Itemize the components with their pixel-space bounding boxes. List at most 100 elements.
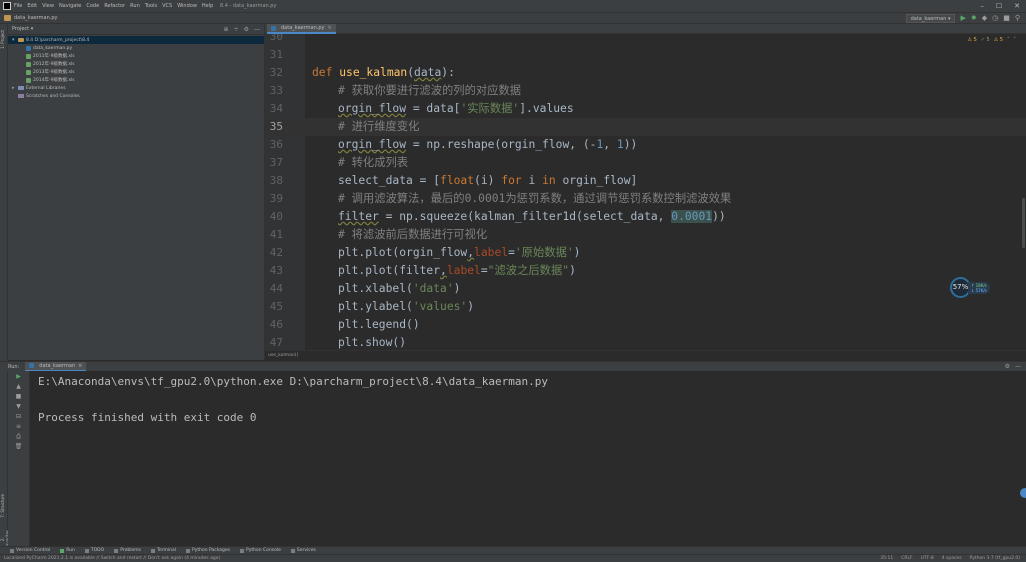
project-tree-item[interactable]: 2011年-9级数据.xls bbox=[8, 52, 264, 60]
tool-tab-services[interactable]: Services bbox=[290, 548, 316, 553]
caret-position[interactable]: 35:11 bbox=[880, 555, 893, 562]
stop-icon[interactable]: ■ bbox=[16, 393, 22, 400]
menu-window[interactable]: Window bbox=[177, 0, 197, 12]
rerun-icon[interactable]: ▶ bbox=[16, 373, 21, 380]
menu-view[interactable]: View bbox=[42, 0, 54, 12]
floating-assistant-icon[interactable] bbox=[1020, 488, 1026, 498]
tool-tab-run[interactable]: Run bbox=[60, 548, 75, 553]
project-tree-item[interactable]: data_kaerman.py bbox=[8, 44, 264, 52]
editor-breadcrumb[interactable]: use_kalman() bbox=[265, 350, 1026, 360]
code-line: 40 filter = np.squeeze(kalman_filter1d(s… bbox=[265, 208, 1026, 226]
editor-scrollbar[interactable] bbox=[1020, 34, 1026, 350]
run-console-output[interactable]: E:\Anaconda\envs\tf_gpu2.0\python.exe D:… bbox=[30, 371, 1026, 546]
stop-icon[interactable]: ■ bbox=[1003, 14, 1010, 23]
search-icon[interactable]: ⚲ bbox=[1015, 14, 1020, 23]
project-tree-item[interactable]: Scratches and Consoles bbox=[8, 92, 264, 100]
code-text: plt.legend() bbox=[338, 318, 420, 331]
code-line: 41 # 将滤波前后数据进行可视化 bbox=[265, 226, 1026, 244]
left-tool-strip: 1: Project 7: Structure 2: Favorites bbox=[0, 24, 10, 548]
menu-edit[interactable]: Edit bbox=[27, 0, 37, 12]
project-tree-item[interactable]: 2013年-9级数据.xls bbox=[8, 68, 264, 76]
code-line: 39 # 调用滤波算法，最后的0.0001为惩罚系数，通过调节惩罚系数控制滤波效… bbox=[265, 190, 1026, 208]
tool-tab-python-console[interactable]: Python Console bbox=[240, 548, 281, 553]
menu-vcs[interactable]: VCS bbox=[162, 0, 172, 12]
pycharm-logo-icon bbox=[3, 2, 11, 10]
soft-wrap-icon[interactable]: ⊟ bbox=[16, 413, 21, 420]
locate-icon[interactable]: ⊕ bbox=[224, 25, 229, 34]
line-number: 43 bbox=[269, 264, 283, 277]
menu-refactor[interactable]: Refactor bbox=[104, 0, 125, 12]
editor-tab-data-kaerman[interactable]: data_kaerman.py × bbox=[267, 24, 336, 34]
indent-setting[interactable]: 4 spaces bbox=[942, 555, 962, 562]
scroll-to-end-icon[interactable]: ≡ bbox=[16, 423, 21, 430]
tool-tab-todo[interactable]: TODO bbox=[84, 548, 104, 553]
menu-run[interactable]: Run bbox=[130, 0, 140, 12]
tool-tab-structure[interactable]: 7: Structure bbox=[0, 494, 8, 518]
code-text: plt.xlabel('data') bbox=[338, 282, 461, 295]
close-window-button[interactable]: ✕ bbox=[1014, 2, 1020, 10]
line-number: 34 bbox=[269, 102, 283, 115]
debug-icon[interactable]: ✹ bbox=[971, 14, 977, 23]
line-separator[interactable]: CRLF bbox=[901, 555, 912, 562]
menu-tools[interactable]: Tools bbox=[145, 0, 157, 12]
status-message[interactable]: Localized PyCharm 2021.2.1 is available … bbox=[4, 555, 220, 562]
line-number: 35 bbox=[269, 120, 283, 133]
line-number: 30 bbox=[269, 34, 283, 43]
tool-tab-problems[interactable]: Problems bbox=[114, 548, 141, 553]
run-icon[interactable]: ▶ bbox=[960, 14, 965, 23]
network-speed-widget[interactable]: 57% ↑ 18K/s ↓ 57K/s bbox=[950, 277, 990, 298]
profile-icon[interactable]: ◷ bbox=[992, 14, 998, 23]
editor-scroll-thumb[interactable] bbox=[1022, 198, 1025, 248]
clear-all-icon[interactable]: 🗑 bbox=[15, 443, 23, 450]
menu-help[interactable]: Help bbox=[202, 0, 213, 12]
run-configuration-select[interactable]: data_kaerman ▾ bbox=[905, 14, 956, 23]
python-file-icon bbox=[29, 363, 35, 368]
run-side-toolbar: ▶ ▲ ■ ▼ ⊟ ≡ ⎙ 🗑 bbox=[8, 371, 30, 546]
collapse-all-icon[interactable]: ÷ bbox=[234, 25, 239, 34]
code-editor[interactable]: ⚠ 5 ✓ 5 ⚠ 5 ˄ ˅ 30 31 32 def use_kalman(… bbox=[265, 34, 1026, 350]
code-line: 45 plt.ylabel('values') bbox=[265, 298, 1026, 316]
minimize-window-button[interactable]: – bbox=[980, 2, 984, 10]
status-bar: Localized PyCharm 2021.2.1 is available … bbox=[0, 554, 1026, 562]
project-panel-title[interactable]: Project ▾ bbox=[12, 26, 33, 32]
tool-tab-version-control[interactable]: Version Control bbox=[10, 548, 50, 553]
line-number: 32 bbox=[269, 66, 283, 79]
run-tab-data-kaerman[interactable]: data_kaerman × bbox=[25, 361, 87, 372]
menu-file[interactable]: File bbox=[14, 0, 22, 12]
project-tree-item[interactable]: 2012年-9级数据.xls bbox=[8, 60, 264, 68]
tool-tab-python-packages[interactable]: Python Packages bbox=[185, 548, 230, 553]
coverage-icon[interactable]: ◆ bbox=[982, 14, 987, 23]
tree-item-label: 2013年-9级数据.xls bbox=[33, 70, 75, 75]
close-run-tab-icon[interactable]: × bbox=[78, 363, 82, 369]
hide-icon[interactable]: — bbox=[254, 25, 260, 34]
gear-icon[interactable]: ⚙ bbox=[244, 25, 249, 34]
project-panel-tools: ⊕ ÷ ⚙ — bbox=[224, 25, 260, 34]
code-text: plt.plot(filter,label="滤波之后数据") bbox=[338, 264, 576, 277]
code-line: 43 plt.plot(filter,label="滤波之后数据") bbox=[265, 262, 1026, 280]
terminal-icon bbox=[150, 548, 155, 553]
tree-item-label: data_kaerman.py bbox=[33, 45, 73, 51]
code-comment: # 将滤波前后数据进行可视化 bbox=[338, 228, 488, 241]
tool-tab-terminal[interactable]: Terminal bbox=[150, 548, 176, 553]
close-tab-icon[interactable]: × bbox=[328, 25, 332, 31]
problems-icon bbox=[114, 548, 119, 553]
scroll-down-icon[interactable]: ▼ bbox=[16, 403, 21, 410]
menu-bar: File Edit View Navigate Code Refactor Ru… bbox=[0, 0, 1026, 12]
scroll-up-icon[interactable]: ▲ bbox=[16, 383, 21, 390]
python-console-icon bbox=[240, 548, 245, 553]
print-icon[interactable]: ⎙ bbox=[16, 433, 21, 440]
upload-speed: ↑ 18K/s bbox=[971, 282, 987, 288]
project-tree-item[interactable]: 2014年-9级数据.xls bbox=[8, 76, 264, 84]
menu-code[interactable]: Code bbox=[86, 0, 99, 12]
nav-breadcrumb-file[interactable]: data_kaerman.py bbox=[14, 15, 58, 21]
code-text: plt.show() bbox=[338, 336, 407, 349]
menu-navigate[interactable]: Navigate bbox=[59, 0, 81, 12]
project-tree-item[interactable]: ▸ External Libraries bbox=[8, 84, 264, 92]
code-line: 30 bbox=[265, 34, 1026, 46]
project-tree-item[interactable]: ▾ 8.4 D:\parcharm_project\8.4 bbox=[8, 36, 264, 44]
python-interpreter[interactable]: Python 3.7 (tf_gpu2.0) bbox=[970, 555, 1020, 562]
tool-tab-project[interactable]: 1: Project bbox=[0, 30, 8, 49]
excel-file-icon bbox=[26, 69, 31, 75]
maximize-window-button[interactable]: ☐ bbox=[996, 2, 1002, 10]
file-encoding[interactable]: UTF-8 bbox=[921, 555, 934, 562]
